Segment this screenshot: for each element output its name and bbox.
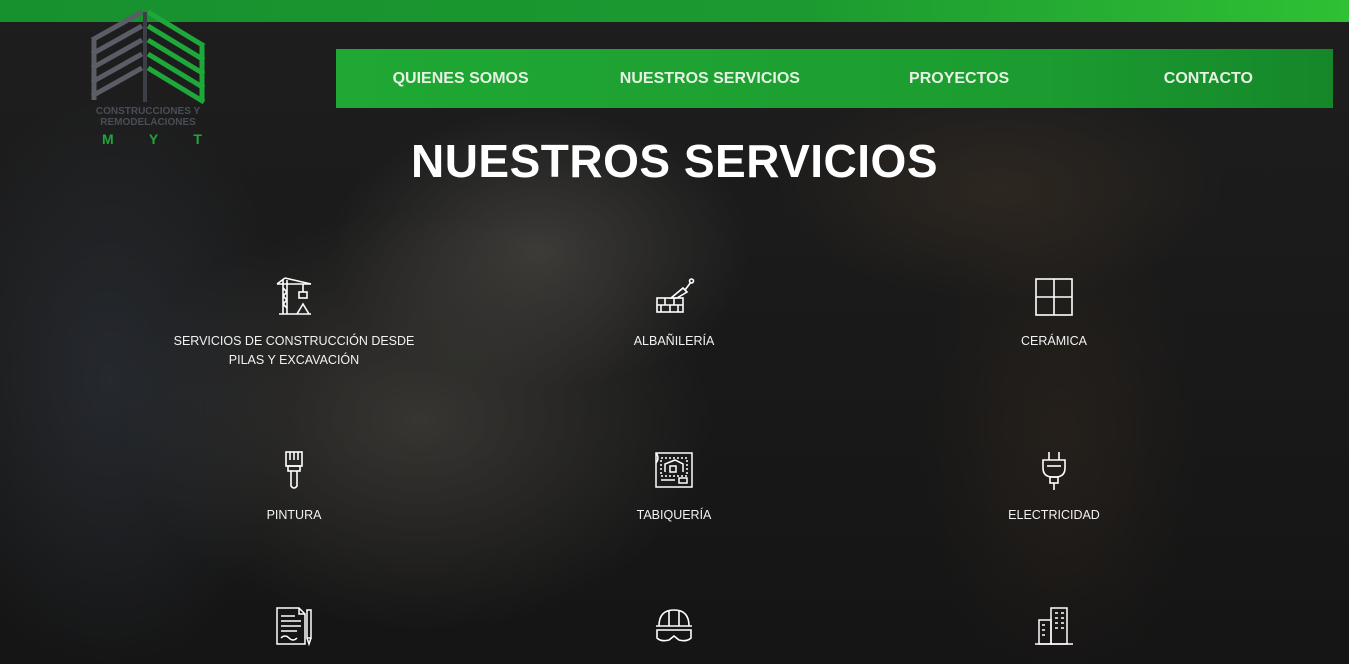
company-logo[interactable]: CONSTRUCCIONES Y REMODELACIONES M Y T xyxy=(86,10,216,150)
trowel-bricks-icon xyxy=(656,278,695,313)
service-item-pintura[interactable]: PINTURA xyxy=(164,450,424,525)
page: CONSTRUCCIONES Y REMODELACIONES M Y T QU… xyxy=(0,0,1349,664)
crane-icon xyxy=(276,277,312,315)
logo-text-line2: REMODELACIONES xyxy=(100,117,196,128)
service-label: ALBAÑILERÍA xyxy=(633,334,715,348)
nav-item-nuestros-servicios[interactable]: NUESTROS SERVICIOS xyxy=(585,70,834,88)
service-label: SERVICIOS DE CONSTRUCCIÓN DESDE PILAS Y … xyxy=(173,334,415,367)
service-item-albanileria[interactable]: ALBAÑILERÍA xyxy=(544,276,804,351)
plug-icon xyxy=(1042,452,1066,490)
logo-text-line1: CONSTRUCCIONES Y xyxy=(95,106,201,117)
service-label: TABIQUERÍA xyxy=(636,508,712,522)
logo-building-icon xyxy=(90,10,206,105)
service-item-documentacion[interactable] xyxy=(164,606,424,662)
tiles-icon xyxy=(1035,278,1073,316)
helmet-goggles-icon xyxy=(656,609,692,642)
service-item-ceramica[interactable]: CERÁMICA xyxy=(924,276,1184,351)
nav-item-quienes-somos[interactable]: QUIENES SOMOS xyxy=(336,70,585,88)
paint-brush-icon xyxy=(285,451,303,489)
buildings-icon xyxy=(1035,607,1073,645)
main-nav: QUIENES SOMOS NUESTROS SERVICIOS PROYECT… xyxy=(336,49,1333,108)
logo-text: CONSTRUCCIONES Y REMODELACIONES xyxy=(86,106,210,128)
service-item-edificios[interactable] xyxy=(924,606,1184,662)
service-item-tabiqueria[interactable]: TABIQUERÍA xyxy=(544,450,804,525)
nav-item-proyectos[interactable]: PROYECTOS xyxy=(835,70,1084,88)
service-label: ELECTRICIDAD xyxy=(1008,508,1100,522)
service-label: PINTURA xyxy=(266,508,322,522)
page-title: NUESTROS SERVICIOS xyxy=(410,135,939,187)
service-item-construccion[interactable]: SERVICIOS DE CONSTRUCCIÓN DESDE PILAS Y … xyxy=(164,276,424,370)
blueprint-icon xyxy=(655,452,693,488)
service-item-electricidad[interactable]: ELECTRICIDAD xyxy=(924,450,1184,525)
document-pen-icon xyxy=(276,607,312,647)
nav-item-contacto[interactable]: CONTACTO xyxy=(1084,70,1333,88)
service-item-seguridad[interactable] xyxy=(544,606,804,662)
service-label: CERÁMICA xyxy=(1021,334,1087,348)
